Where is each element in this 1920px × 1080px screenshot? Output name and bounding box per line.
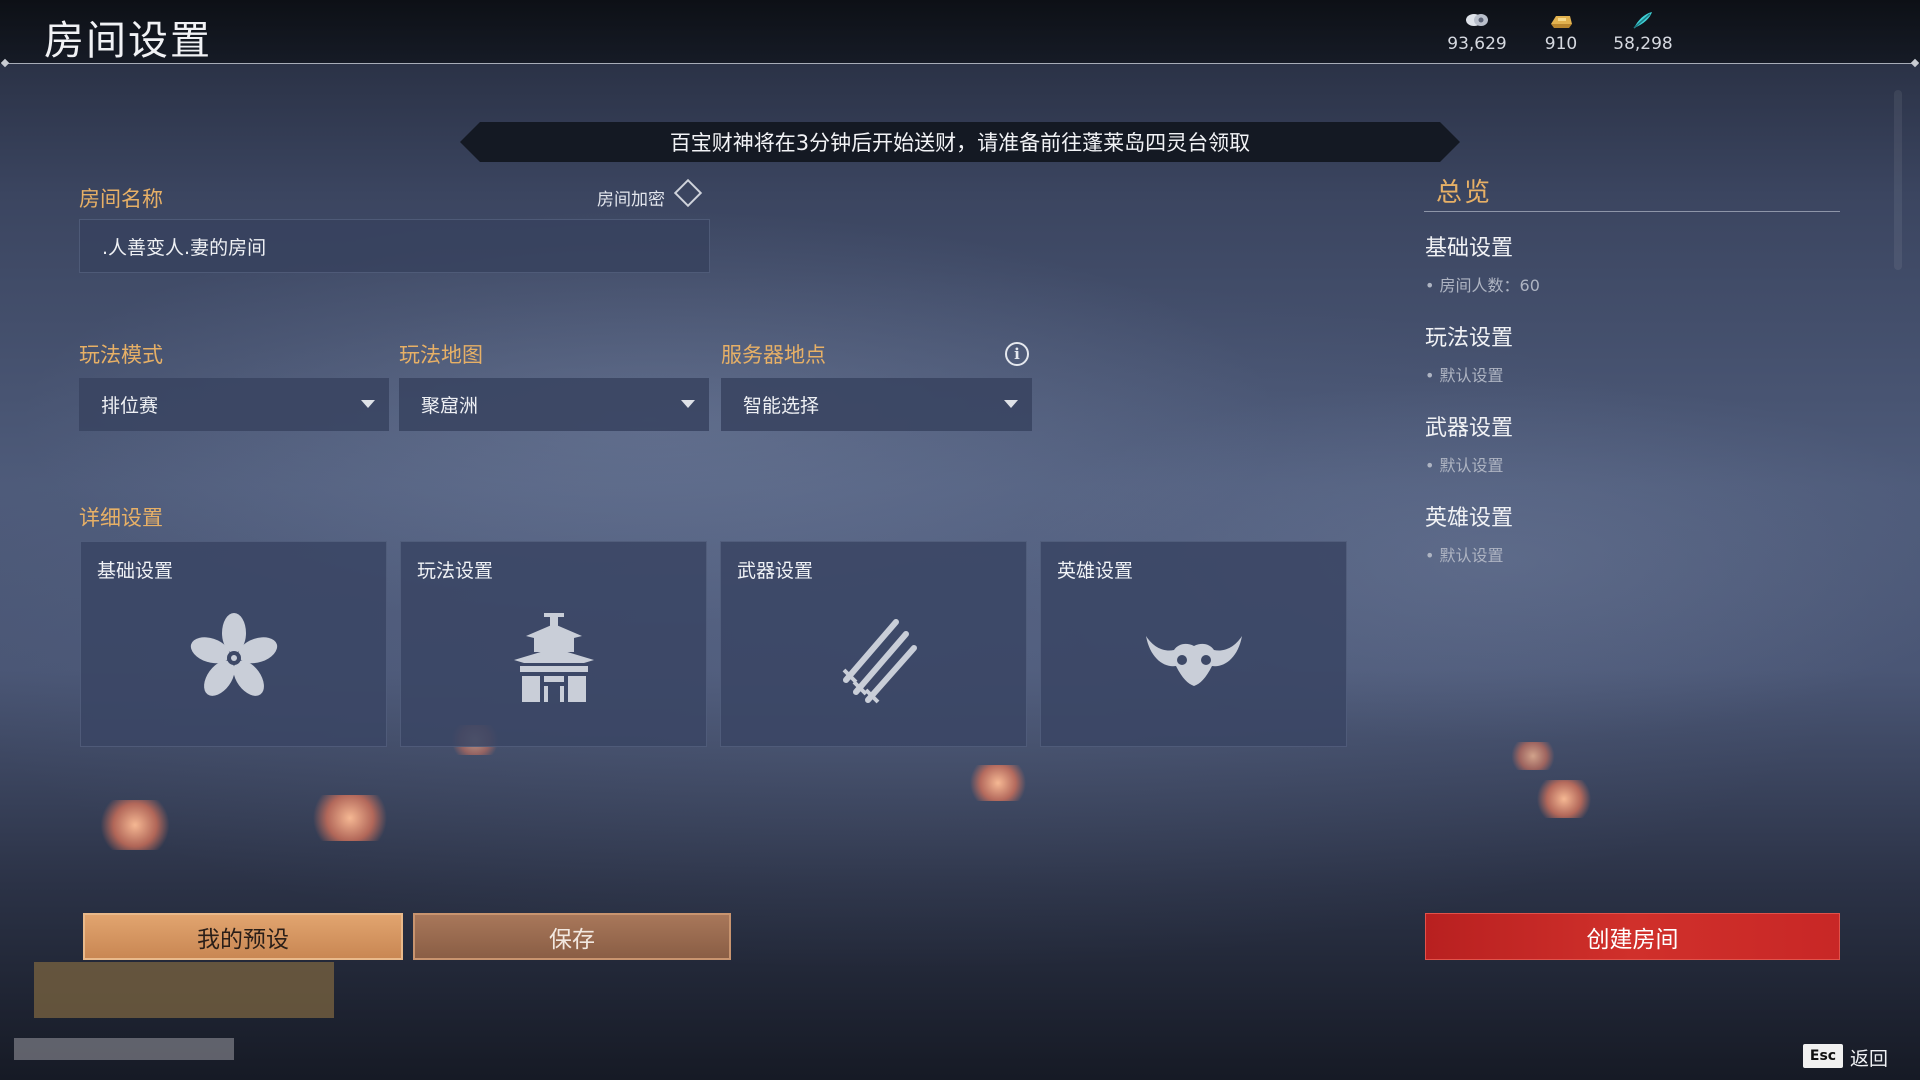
lantern-decoration — [968, 765, 1028, 801]
mode-value: 排位赛 — [101, 395, 159, 417]
lantern-decoration — [310, 795, 390, 841]
room-name-label: 房间名称 — [79, 187, 163, 211]
announcement-text: 百宝财神将在3分钟后开始送财，请准备前往蓬莱岛四灵台领取 — [669, 131, 1251, 155]
create-room-label: 创建房间 — [1586, 926, 1679, 953]
map-value: 聚窟洲 — [421, 395, 479, 417]
summary-hero-detail: • 默认设置 — [1425, 546, 1504, 565]
esc-key-hint[interactable]: Esc — [1803, 1044, 1843, 1068]
feather-value: 58,298 — [1613, 34, 1673, 54]
room-lock-toggle-icon[interactable] — [673, 178, 703, 208]
details-label: 详细设置 — [79, 506, 163, 530]
back-label[interactable]: 返回 — [1850, 1044, 1888, 1071]
blurred-player-bar — [14, 1038, 234, 1060]
server-value: 智能选择 — [743, 395, 820, 417]
map-select[interactable]: 聚窟洲 — [399, 378, 709, 431]
room-lock-label: 房间加密 — [597, 190, 665, 210]
card-hero-settings[interactable]: 英雄设置 — [1040, 541, 1347, 747]
my-preset-label: 我的预设 — [197, 926, 289, 953]
card-basic-settings[interactable]: 基础设置 — [80, 541, 387, 747]
side-scrollbar[interactable] — [1894, 90, 1902, 270]
header-divider — [6, 63, 1914, 64]
map-label: 玩法地图 — [399, 343, 483, 367]
chevron-down-icon — [1004, 400, 1018, 408]
lantern-decoration — [1536, 780, 1592, 818]
summary-divider — [1424, 211, 1840, 212]
chevron-down-icon — [361, 400, 375, 408]
room-name-value: .人善变人.妻的房间 — [102, 236, 267, 259]
jade-feather-icon — [1593, 10, 1693, 32]
server-label: 服务器地点 — [721, 343, 826, 367]
lantern-decoration — [1510, 742, 1556, 770]
server-select[interactable]: 智能选择 — [721, 378, 1032, 431]
chevron-down-icon — [681, 400, 695, 408]
summary-weapon-heading: 武器设置 — [1425, 416, 1514, 441]
summary-basic-detail: • 房间人数：60 — [1425, 276, 1540, 295]
horned-mask-icon — [1146, 636, 1242, 686]
card-weapon-settings[interactable]: 武器设置 — [720, 541, 1027, 747]
summary-title: 总览 — [1436, 178, 1493, 208]
save-button[interactable]: 保存 — [413, 913, 731, 960]
summary-hero-heading: 英雄设置 — [1425, 506, 1514, 531]
mode-label: 玩法模式 — [79, 343, 163, 367]
summary-weapon-detail: • 默认设置 — [1425, 456, 1504, 475]
card-gameplay-settings[interactable]: 玩法设置 — [400, 541, 707, 747]
currency-feathers[interactable]: 58,298 — [1593, 10, 1693, 54]
announcement-banner: 百宝财神将在3分钟后开始送财，请准备前往蓬莱岛四灵台领取 — [460, 122, 1460, 162]
blurred-player-info — [34, 962, 334, 1018]
create-room-button[interactable]: 创建房间 — [1425, 913, 1840, 960]
page-title: 房间设置 — [44, 18, 212, 64]
summary-gameplay-detail: • 默认设置 — [1425, 366, 1504, 385]
save-label: 保存 — [549, 926, 595, 953]
summary-basic-heading: 基础设置 — [1425, 236, 1514, 261]
pagoda-icon — [514, 613, 594, 702]
card-title: 基础设置 — [97, 560, 174, 582]
card-title: 英雄设置 — [1057, 560, 1134, 582]
flower-icon — [190, 613, 278, 696]
summary-gameplay-heading: 玩法设置 — [1425, 326, 1514, 351]
swords-icon — [842, 619, 917, 704]
card-title: 武器设置 — [737, 560, 814, 582]
mode-select[interactable]: 排位赛 — [79, 378, 389, 431]
card-title: 玩法设置 — [417, 560, 494, 582]
info-icon[interactable]: i — [1005, 342, 1029, 366]
lantern-decoration — [100, 800, 170, 850]
my-preset-button[interactable]: 我的预设 — [83, 913, 403, 960]
room-name-input[interactable]: .人善变人.妻的房间 — [79, 219, 710, 273]
